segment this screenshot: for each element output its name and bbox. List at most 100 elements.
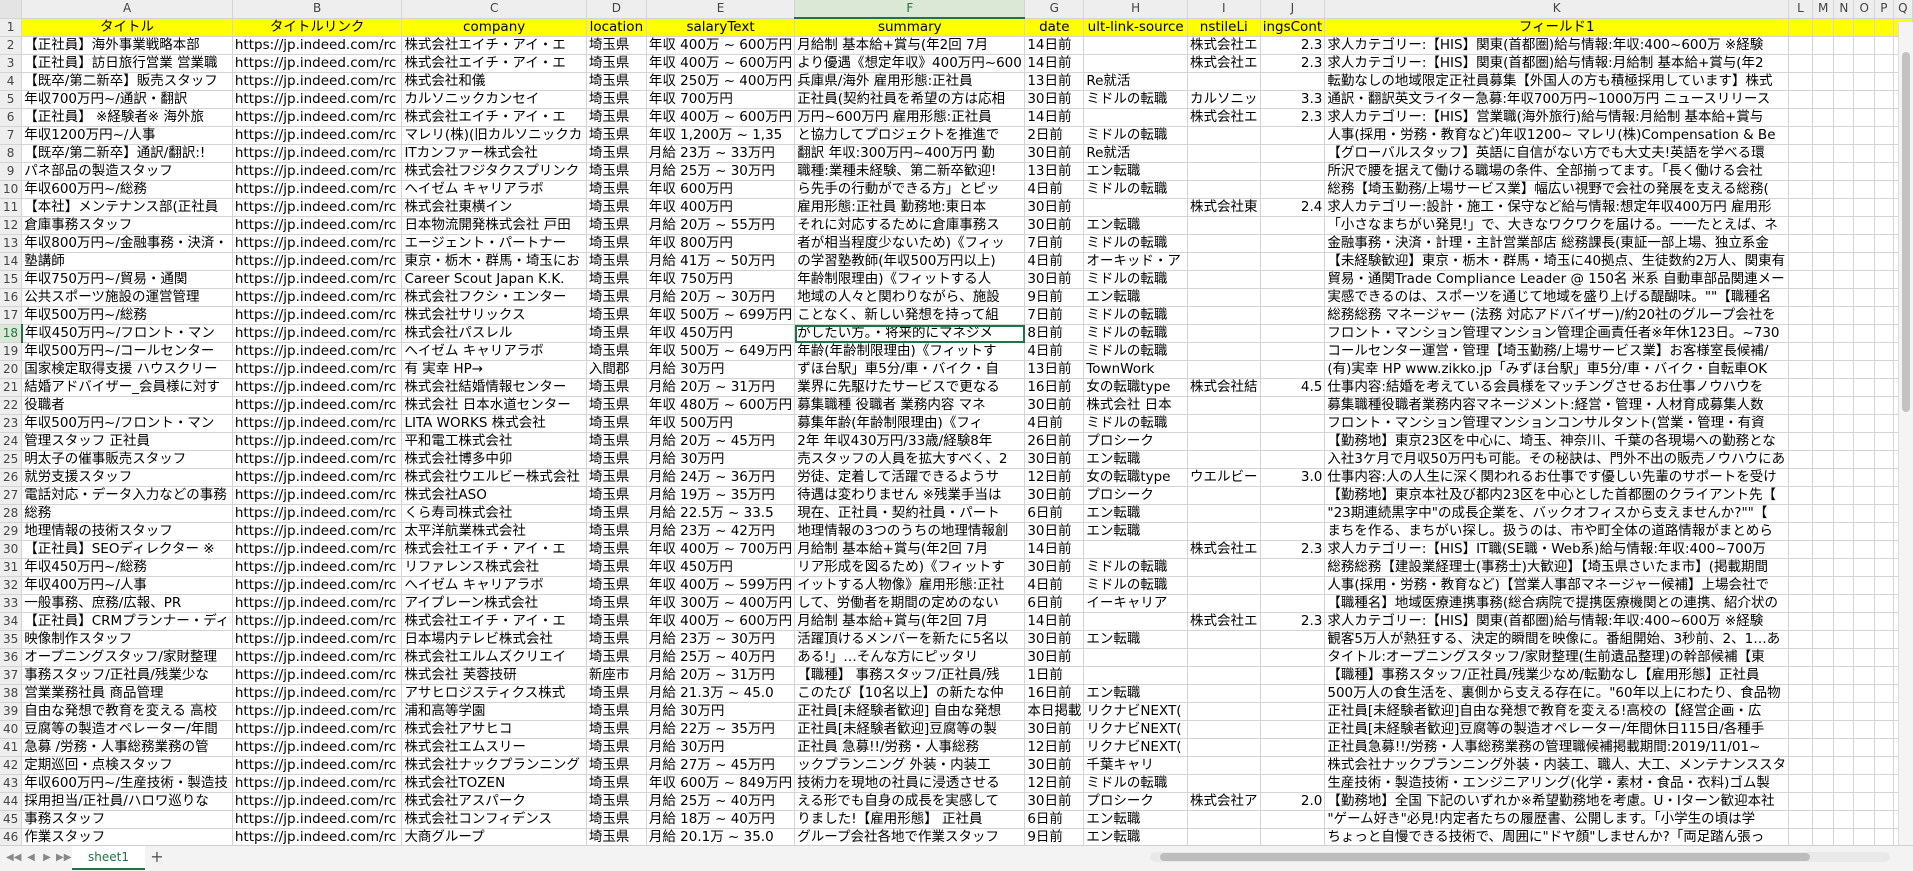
grid-cell[interactable]: Re就活 bbox=[1083, 144, 1189, 163]
row-header[interactable]: 27 bbox=[0, 486, 23, 505]
row-header[interactable]: 8 bbox=[0, 144, 23, 163]
grid-cell[interactable] bbox=[1812, 522, 1835, 541]
grid-cell[interactable] bbox=[1833, 522, 1855, 541]
grid-cell[interactable]: アイプレーン株式会社 bbox=[401, 594, 587, 613]
grid-cell[interactable]: 正社員(契約社員を希望の方は応相 bbox=[794, 90, 1026, 109]
grid-cell[interactable] bbox=[1853, 774, 1876, 793]
grid-cell[interactable]: 仕事内容:結婚を考えている会員様をマッチングさせるお仕事ノウハウを bbox=[1324, 378, 1790, 397]
grid-cell[interactable] bbox=[1260, 810, 1326, 829]
grid-cell[interactable]: 6日前 bbox=[1024, 504, 1085, 523]
grid-cell[interactable] bbox=[1187, 504, 1261, 523]
grid-cell[interactable] bbox=[1853, 378, 1876, 397]
grid-cell[interactable]: 30日前 bbox=[1024, 720, 1085, 739]
grid-cell[interactable] bbox=[1788, 756, 1813, 775]
grid-cell[interactable]: 7日前 bbox=[1024, 306, 1085, 325]
grid-cell[interactable] bbox=[1260, 774, 1326, 793]
grid-cell[interactable] bbox=[1812, 108, 1835, 127]
grid-cell[interactable]: 2.3 bbox=[1260, 612, 1326, 631]
grid-cell[interactable]: 12日前 bbox=[1024, 738, 1085, 757]
row-header[interactable]: 30 bbox=[0, 540, 23, 559]
grid-cell[interactable] bbox=[1788, 738, 1813, 757]
column-header[interactable]: D bbox=[586, 0, 647, 19]
grid-cell[interactable] bbox=[1260, 666, 1326, 685]
grid-cell[interactable] bbox=[1788, 684, 1813, 703]
grid-cell[interactable] bbox=[1788, 504, 1813, 523]
grid-cell[interactable]: https://jp.indeed.com/rc bbox=[232, 342, 403, 361]
grid-cell[interactable]: エン転職 bbox=[1083, 504, 1189, 523]
grid-cell[interactable]: 求人カテゴリー:【HIS】営業職(海外旅行)給与情報:月給制 基本給+賞与 bbox=[1324, 108, 1790, 127]
grid-cell[interactable]: 埼玉県 bbox=[586, 504, 647, 523]
row-header[interactable]: 1 bbox=[0, 18, 23, 37]
grid-cell[interactable] bbox=[1812, 810, 1835, 829]
grid-cell[interactable]: 30日前 bbox=[1024, 630, 1085, 649]
grid-cell[interactable]: 株式会社TOZEN bbox=[401, 774, 587, 793]
grid-cell[interactable] bbox=[1187, 72, 1261, 91]
grid-cell[interactable] bbox=[1812, 504, 1835, 523]
grid-cell[interactable]: https://jp.indeed.com/rc bbox=[232, 720, 403, 739]
grid-cell[interactable] bbox=[1260, 234, 1326, 253]
grid-cell[interactable]: 総務【埼玉勤務/上場サービス業】幅広い視野で会社の発展を支える総務( bbox=[1324, 180, 1790, 199]
grid-cell[interactable] bbox=[1187, 738, 1261, 757]
grid-cell[interactable] bbox=[1788, 324, 1813, 343]
row-header[interactable]: 37 bbox=[0, 666, 23, 685]
grid-cell[interactable]: 【正社員】 ※経験者※ 海外旅 bbox=[21, 108, 233, 127]
grid-cell[interactable] bbox=[1812, 558, 1835, 577]
grid-cell[interactable]: 正社員急募!!/労務・人事総務業務の管理職候補掲載期間:2019/11/01~ bbox=[1324, 738, 1790, 757]
grid-cell[interactable]: へイゼム キャリアラボ bbox=[401, 180, 587, 199]
grid-cell[interactable]: 埼玉県 bbox=[586, 522, 647, 541]
grid-cell[interactable]: 年収 450万円 bbox=[646, 324, 796, 343]
grid-cell[interactable]: 月給 22.5万 ~ 33.5 bbox=[646, 504, 796, 523]
grid-cell[interactable]: 日本場内テレビ株式会社 bbox=[401, 630, 587, 649]
grid-cell[interactable]: 埼玉県 bbox=[586, 36, 647, 55]
grid-cell[interactable] bbox=[1260, 576, 1326, 595]
grid-cell[interactable]: 月給 25万 ~ 30万円 bbox=[646, 162, 796, 181]
grid-cell[interactable]: 埼玉県 bbox=[586, 810, 647, 829]
grid-cell[interactable]: 2.3 bbox=[1260, 36, 1326, 55]
grid-cell[interactable]: の学習塾教師(年収500万円以上) bbox=[794, 252, 1026, 271]
grid-cell[interactable]: 【職種】事務スタッフ/正社員/残業少なめ/転勤なし【雇用形態】正社員 bbox=[1324, 666, 1790, 685]
grid-cell[interactable]: 埼玉県 bbox=[586, 396, 647, 415]
grid-cell[interactable] bbox=[1853, 144, 1876, 163]
grid-cell[interactable]: 総務総務【建設業経理士(事務士)大歓迎】【埼玉県さいたま市】(掲載期間 bbox=[1324, 558, 1790, 577]
grid-cell[interactable]: 年齢制限理由)《フィットする人 bbox=[794, 270, 1026, 289]
grid-cell[interactable] bbox=[1260, 720, 1326, 739]
grid-cell[interactable] bbox=[1874, 612, 1894, 631]
grid-cell[interactable]: 埼玉県 bbox=[586, 324, 647, 343]
grid-cell[interactable]: 30日前 bbox=[1024, 396, 1085, 415]
grid-cell[interactable]: 株式会社結婚情報センター bbox=[401, 378, 587, 397]
grid-cell[interactable]: 仕事内容:人の人生に深く関われるお仕事です優しい先輩のサポートを受け bbox=[1324, 468, 1790, 487]
grid-cell[interactable] bbox=[1874, 270, 1894, 289]
grid-cell[interactable]: 4日前 bbox=[1024, 414, 1085, 433]
grid-cell[interactable] bbox=[1187, 702, 1261, 721]
grid-cell[interactable] bbox=[1874, 126, 1894, 145]
grid-cell[interactable]: 雇用形態:正社員 勤務地:東日本 bbox=[794, 198, 1026, 217]
grid-cell[interactable]: 14日前 bbox=[1024, 540, 1085, 559]
grid-cell[interactable]: 株式会社博多中卯 bbox=[401, 450, 587, 469]
grid-cell[interactable]: 自由な発想で教育を変える 高校 bbox=[21, 702, 233, 721]
grid-cell[interactable] bbox=[1812, 234, 1835, 253]
grid-cell[interactable]: 年収 750万円 bbox=[646, 270, 796, 289]
grid-cell[interactable] bbox=[1874, 198, 1894, 217]
grid-cell[interactable]: ミドルの転職 bbox=[1083, 414, 1189, 433]
grid-cell[interactable]: 年収 450万円 bbox=[646, 558, 796, 577]
grid-cell[interactable]: 月給制 基本給+賞与(年2回 7月 bbox=[794, 612, 1026, 631]
grid-cell[interactable] bbox=[1874, 306, 1894, 325]
grid-cell[interactable] bbox=[1083, 36, 1189, 55]
grid-cell[interactable] bbox=[1187, 270, 1261, 289]
grid-cell[interactable]: https://jp.indeed.com/rc bbox=[232, 324, 403, 343]
grid-cell[interactable] bbox=[1874, 36, 1894, 55]
grid-cell[interactable]: ある!」…そんな方にピッタリ bbox=[794, 648, 1026, 667]
grid-cell[interactable]: 株式会社ナックプランニング bbox=[401, 756, 587, 775]
grid-cell[interactable] bbox=[1874, 396, 1894, 415]
grid-cell[interactable] bbox=[1833, 396, 1855, 415]
grid-cell[interactable] bbox=[1874, 486, 1894, 505]
grid-cell[interactable] bbox=[1812, 216, 1835, 235]
grid-cell[interactable] bbox=[1260, 252, 1326, 271]
grid-cell[interactable]: 金融事務・決済・計理・主計営業部店 総務課長(東証一部上場、独立系金 bbox=[1324, 234, 1790, 253]
column-header[interactable]: A bbox=[21, 0, 233, 19]
row-header[interactable]: 20 bbox=[0, 360, 23, 379]
grid-cell[interactable]: ミドルの転職 bbox=[1083, 774, 1189, 793]
grid-cell[interactable]: 埼玉県 bbox=[586, 180, 647, 199]
grid-cell[interactable]: 30日前 bbox=[1024, 198, 1085, 217]
grid-cell[interactable]: 正社員[未経験者歓迎]豆腐等の製造オペレーター/年間休日115日/各種手 bbox=[1324, 720, 1790, 739]
